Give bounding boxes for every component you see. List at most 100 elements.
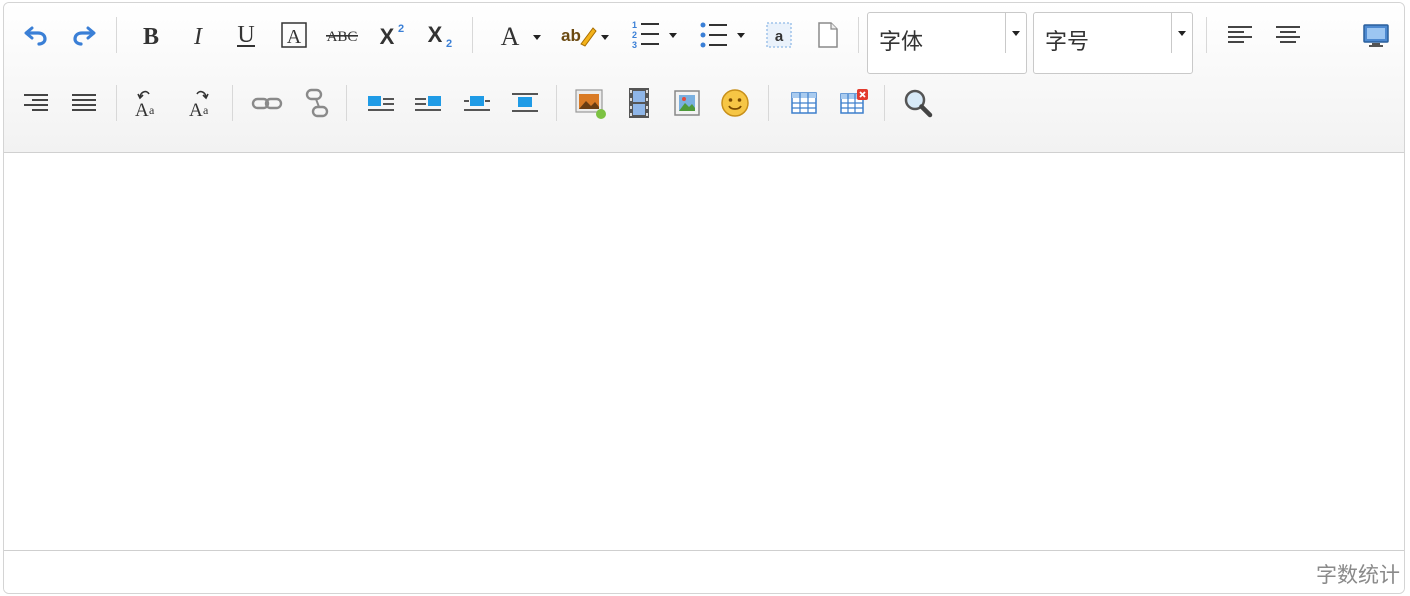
table-icon (791, 92, 817, 114)
subscript-button[interactable]: X 2 (419, 15, 459, 55)
italic-button[interactable]: I (178, 15, 218, 55)
film-icon (629, 88, 649, 118)
editor-status-bar: 字数统计 (4, 550, 1404, 593)
toolbar-separator (858, 17, 859, 53)
unordered-list-icon (700, 22, 745, 48)
magnifier-icon (904, 89, 933, 118)
image-float-right-button[interactable] (408, 83, 448, 123)
align-justify-icon (72, 94, 96, 111)
redo-button[interactable] (64, 15, 104, 55)
subscript-icon: X 2 (428, 22, 452, 50)
font-color-icon: A (501, 22, 541, 50)
svg-text:2: 2 (398, 23, 404, 35)
undo-button[interactable] (16, 15, 56, 55)
unlink-icon (305, 88, 329, 118)
svg-text:U: U (237, 22, 254, 48)
align-right-button[interactable] (16, 83, 56, 123)
svg-text:B: B (143, 24, 159, 50)
toolbar-separator (768, 85, 769, 121)
font-border-button[interactable]: A (274, 15, 314, 55)
image-float-left-button[interactable] (361, 83, 401, 123)
toolbar-separator (232, 85, 233, 121)
text-direction-rtl-button[interactable]: A a (182, 83, 222, 123)
align-right-icon (24, 94, 48, 111)
undo-icon (24, 26, 47, 46)
toolbar-separator (472, 17, 473, 53)
align-center-button[interactable] (1268, 15, 1308, 55)
svg-text:3: 3 (632, 40, 637, 50)
text-rtl-icon: A a (189, 90, 209, 120)
toolbar-separator (556, 85, 557, 121)
document-icon (818, 22, 838, 48)
editor-content-area[interactable] (4, 153, 1404, 553)
unlink-button[interactable] (297, 83, 337, 123)
ordered-list-button[interactable]: 1 2 3 (624, 15, 684, 55)
svg-text:A: A (501, 22, 520, 50)
svg-text:A: A (135, 100, 149, 120)
insert-picture-button[interactable] (667, 83, 707, 123)
font-family-select[interactable]: 字体 (867, 12, 1027, 74)
image-center-button[interactable] (505, 83, 545, 123)
smiley-icon (721, 89, 749, 117)
monitor-icon (1363, 24, 1389, 47)
superscript-button[interactable]: X 2 (371, 15, 411, 55)
image-right-icon (415, 96, 441, 111)
toolbar-separator (884, 85, 885, 121)
svg-text:2: 2 (446, 38, 452, 50)
highlight-color-button[interactable]: ab (555, 15, 615, 55)
insert-video-button[interactable] (619, 83, 659, 123)
toolbar-separator (1206, 17, 1207, 53)
font-family-value: 字体 (879, 30, 924, 55)
picture-icon (674, 90, 700, 116)
redo-icon (73, 26, 96, 46)
toolbar-separator (116, 85, 117, 121)
align-left-icon (1228, 26, 1252, 43)
search-replace-button[interactable] (898, 83, 938, 123)
image-icon (575, 89, 606, 119)
bold-button[interactable]: B (131, 15, 171, 55)
superscript-icon: X 2 (380, 23, 404, 49)
svg-text:a: a (775, 28, 784, 45)
font-size-select[interactable]: 字号 (1033, 12, 1193, 74)
chevron-down-icon (1005, 13, 1026, 53)
svg-text:A: A (189, 100, 203, 120)
strikethrough-button[interactable]: ABC (322, 15, 362, 55)
text-direction-ltr-button[interactable]: A a (128, 83, 168, 123)
rich-text-editor: B I U A ABC X 2 X 2 A ab 1 2 3 a 字体 字号 A… (3, 2, 1405, 594)
link-button[interactable] (247, 83, 287, 123)
align-left-button[interactable] (1220, 15, 1260, 55)
ordered-list-icon: 1 2 3 (632, 20, 677, 50)
paragraph-icon: a (766, 22, 792, 48)
image-left-icon (368, 96, 394, 111)
svg-text:1: 1 (632, 20, 637, 30)
svg-text:2: 2 (632, 30, 637, 40)
align-justify-button[interactable] (64, 83, 104, 123)
svg-text:a: a (149, 103, 155, 117)
font-color-button[interactable]: A (488, 15, 546, 55)
delete-table-button[interactable] (834, 83, 874, 123)
toolbar-separator (346, 85, 347, 121)
link-icon (251, 97, 283, 110)
text-ltr-icon: A a (135, 90, 155, 120)
insert-emoticon-button[interactable] (715, 83, 755, 123)
highlight-icon: ab (561, 26, 609, 47)
image-inline-button[interactable] (457, 83, 497, 123)
fullscreen-button[interactable] (1356, 15, 1396, 55)
insert-image-button[interactable] (570, 83, 610, 123)
paste-plain-button[interactable] (807, 15, 847, 55)
align-center-icon (1276, 26, 1300, 43)
unordered-list-button[interactable] (692, 15, 752, 55)
insert-table-button[interactable] (784, 83, 824, 123)
table-delete-icon (840, 89, 868, 114)
strikethrough-icon: ABC (326, 29, 358, 45)
svg-text:X: X (428, 22, 443, 47)
paragraph-format-button[interactable]: a (759, 15, 799, 55)
svg-text:X: X (380, 24, 395, 49)
editor-toolbar: B I U A ABC X 2 X 2 A ab 1 2 3 a 字体 字号 A… (4, 3, 1404, 153)
font-size-value: 字号 (1045, 30, 1090, 55)
image-center-icon (512, 93, 538, 112)
image-inline-icon (464, 96, 490, 111)
font-border-icon: A (281, 22, 307, 48)
word-count: 字数统计 (1316, 563, 1400, 587)
underline-button[interactable]: U (226, 15, 266, 55)
